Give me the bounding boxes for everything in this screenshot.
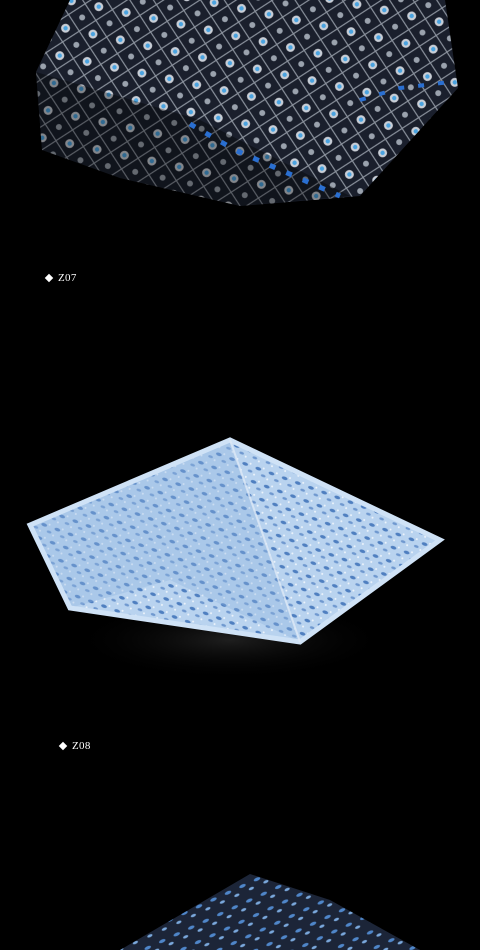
product-image-z08: [0, 430, 480, 690]
product-image-z07: [0, 0, 480, 210]
product-caption-z07: Z07: [44, 272, 77, 284]
product-code-z07: Z07: [58, 272, 77, 284]
product-image-next: [0, 870, 480, 950]
product-code-z08: Z08: [72, 740, 91, 752]
diamond-icon: [58, 741, 68, 751]
product-detail-page: Z07 Z08: [0, 0, 480, 950]
diamond-icon: [44, 273, 54, 283]
product-caption-z08: Z08: [58, 740, 91, 752]
